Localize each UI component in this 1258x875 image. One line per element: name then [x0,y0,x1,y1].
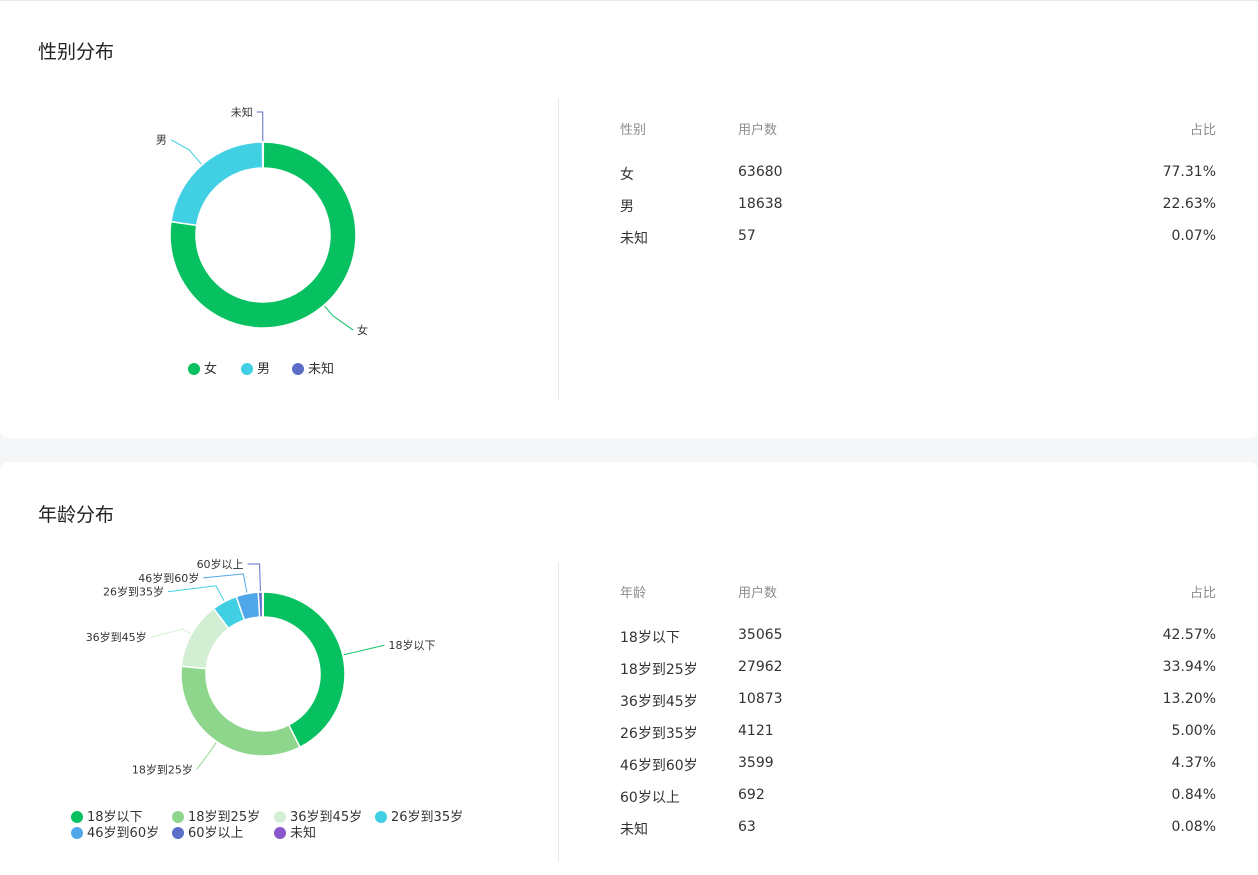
row-label: 46岁到60岁 [620,758,698,774]
row-percent: 22.63% [1162,196,1216,212]
row-count: 3599 [738,755,774,771]
row-percent: 4.37% [1171,755,1216,771]
legend-item-label: 60岁以上 [188,826,244,841]
row-label: 未知 [620,231,648,247]
legend-item-label: 46岁到60岁 [87,826,159,841]
label-leader-line [167,585,225,601]
row-percent: 0.84% [1171,787,1216,803]
label-leader-line [247,563,261,592]
donut-slice [261,141,265,169]
table-row: 未知 63 0.08% [620,819,1216,839]
row-label: 18岁到25岁 [620,662,698,678]
slice-label: 18岁到25岁 [132,762,193,776]
row-percent: 0.07% [1171,228,1216,244]
label-leader-line [196,742,217,770]
age-header-col3: 占比 [1189,586,1216,601]
row-percent: 33.94% [1162,659,1216,675]
gender-header-col3: 占比 [1189,123,1216,138]
legend-item-label: 女 [204,361,217,377]
age-distribution-card: 年龄分布 18岁以下 18岁到25岁 36岁到45岁 26岁到35岁 46岁到60岁 60… [0,462,1258,875]
row-count: 63680 [738,164,783,180]
legend-item-label: 男 [257,362,270,377]
row-label: 36岁到45岁 [620,694,698,710]
table-row: 未知 57 0.07% [620,228,1216,248]
row-percent: 77.31% [1162,164,1216,180]
legend-swatch [274,811,286,823]
table-row: 46岁到60岁 3599 4.37% [620,755,1216,775]
gender-table-header: 性别 用户数 占比 [620,119,1216,139]
table-row: 60岁以上 692 0.84% [620,787,1216,807]
age-table-header: 年龄 用户数 占比 [620,582,1216,602]
legend-swatch [172,827,184,839]
row-label: 18岁以下 [620,630,680,646]
row-label: 女 [620,167,634,183]
row-label: 60岁以上 [620,790,680,806]
age-header-col2: 用户数 [738,586,778,601]
legend-item-label: 未知 [290,825,316,841]
slice-label: 60岁以上 [197,557,244,571]
legend-swatch [188,363,200,375]
table-row: 男 18638 22.63% [620,196,1216,216]
row-count: 35065 [738,627,783,643]
row-percent: 5.00% [1171,723,1216,739]
slice-label: 36岁到45岁 [86,630,147,644]
row-label: 未知 [620,822,648,838]
legend-item-label: 36岁到45岁 [290,810,362,825]
row-label: 26岁到35岁 [620,726,698,742]
slice-label: 女 [357,323,368,337]
legend-swatch [274,827,286,839]
table-row: 36岁到45岁 10873 13.20% [620,691,1216,711]
donut-slice [180,665,301,757]
row-count: 18638 [738,196,783,212]
row-count: 692 [738,787,765,803]
row-percent: 13.20% [1162,691,1216,707]
legend-swatch [71,811,83,823]
donut-slice [262,591,346,749]
legend-swatch [292,363,304,375]
slice-label: 26岁到35岁 [103,585,164,599]
gender-header-col2: 用户数 [738,123,778,138]
legend-item-label: 18岁到25岁 [188,810,260,825]
gender-table: 性别 用户数 占比 女 63680 77.31% 男 18638 22.63% 未知 57 0.… [620,119,1216,259]
age-divider [558,562,559,862]
gender-header-col1: 性别 [620,123,647,138]
label-leader-line [203,573,248,593]
age-table: 年龄 用户数 占比 18岁以下 35065 42.57% 18岁到25岁 27962 33… [620,582,1216,842]
legend-swatch [241,363,253,375]
age-header-col1: 年龄 [620,586,647,601]
legend-item-label: 未知 [308,361,334,377]
label-leader-line [256,111,264,142]
age-donut-chart: 18岁以下18岁到25岁36岁到45岁26岁到35岁46岁到60岁60岁以上18… [71,557,463,841]
row-percent: 0.08% [1171,819,1216,835]
label-leader-line [150,628,191,638]
row-count: 10873 [738,691,783,707]
gender-divider [558,98,559,399]
donut-slice [261,591,265,618]
table-row: 18岁以下 35065 42.57% [620,627,1216,647]
row-count: 63 [738,819,756,835]
row-count: 57 [738,228,756,244]
legend-swatch [375,811,387,823]
slice-label: 46岁到60岁 [138,571,199,585]
legend-item-label: 18岁以下 [87,810,143,825]
slice-label: 未知 [231,105,253,119]
legend-swatch [172,811,184,823]
table-row: 26岁到35岁 4121 5.00% [620,723,1216,743]
gender-donut-chart: 女男未知女男未知 [156,105,368,377]
row-label: 男 [620,199,634,215]
slice-label: 男 [156,134,167,147]
gender-distribution-card: 性别分布 女男未知女男未知 性别 用户数 占比 女 63680 77.31% 男 186… [0,0,1258,438]
label-leader-line [170,139,202,165]
slice-label: 18岁以下 [389,638,436,652]
table-row: 女 63680 77.31% [620,164,1216,184]
label-leader-line [343,644,385,656]
row-count: 27962 [738,659,783,675]
legend-swatch [71,827,83,839]
legend-item-label: 26岁到35岁 [391,810,463,825]
row-percent: 42.57% [1162,627,1216,643]
table-row: 18岁到25岁 27962 33.94% [620,659,1216,679]
label-leader-line [324,305,354,331]
row-count: 4121 [738,723,774,739]
donut-slice [170,141,264,227]
